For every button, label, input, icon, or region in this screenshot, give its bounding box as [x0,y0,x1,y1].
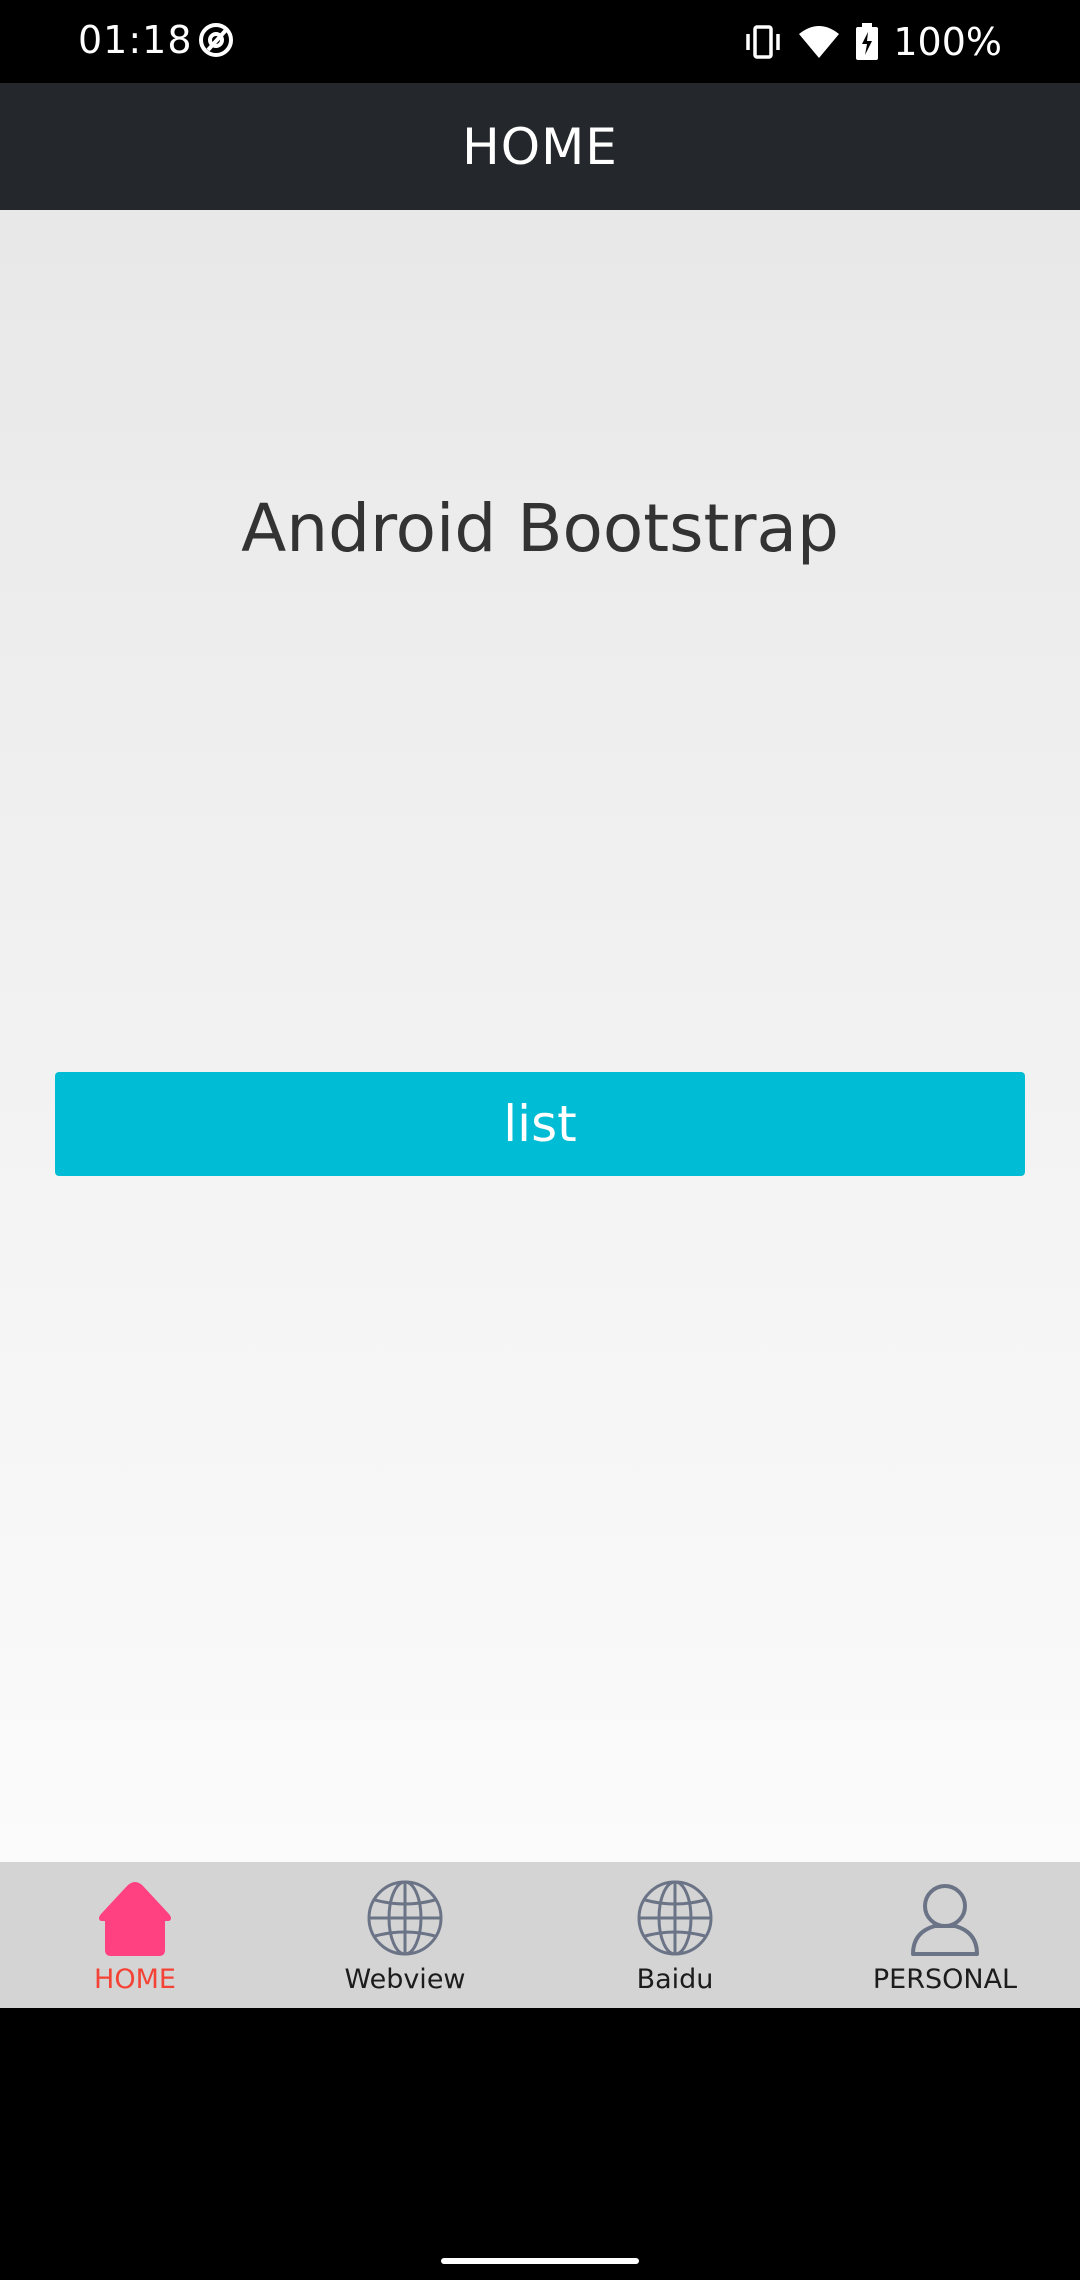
bottom-tab-bar: HOME Webview Baidu PERSONAL [0,1862,1080,2008]
wifi-icon [799,26,840,58]
person-icon [911,1884,979,1956]
tab-label: Webview [344,1964,466,1995]
main-content: Android Bootstrap list [0,210,1080,1862]
globe-icon [367,1880,443,1956]
at-sign-icon [199,23,233,57]
page-title: HOME [462,117,618,176]
tab-webview[interactable]: Webview [270,1862,540,2008]
headline: Android Bootstrap [241,490,839,567]
status-icons: 100% [743,16,1002,68]
status-time: 01:18 [78,18,193,62]
home-icon [99,1882,171,1956]
battery-percentage: 100% [893,20,1002,64]
battery-charging-icon [856,23,879,60]
tab-baidu[interactable]: Baidu [540,1862,810,2008]
globe-icon [637,1880,713,1956]
vibrate-icon [746,25,781,59]
tab-home[interactable]: HOME [0,1862,270,2008]
app-bar: HOME [0,83,1080,210]
tab-label: PERSONAL [872,1964,1018,1995]
list-button[interactable]: list [55,1072,1025,1176]
status-bar: 01:18 100% [0,0,1080,83]
home-indicator[interactable] [441,2258,639,2264]
navigation-area [0,2008,1080,2280]
tab-personal[interactable]: PERSONAL [810,1862,1080,2008]
tab-label: Baidu [636,1964,714,1995]
tab-label: HOME [94,1964,176,1995]
